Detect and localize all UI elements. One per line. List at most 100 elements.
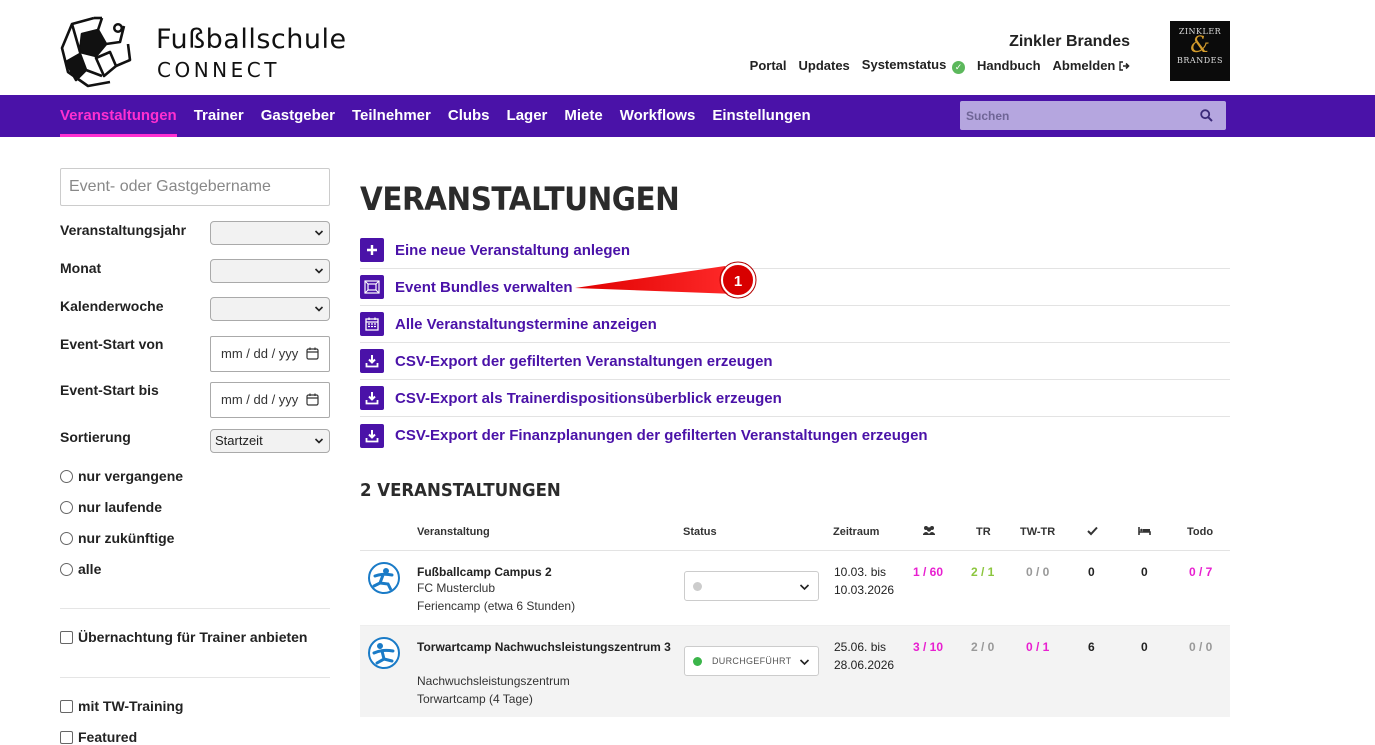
plus-icon [360, 238, 384, 262]
csv-export-events-action[interactable]: CSV-Export der gefilterten Veranstaltung… [360, 343, 1230, 380]
todo-count[interactable]: 0 / 7 [1189, 563, 1212, 581]
nav-item-miete[interactable]: Miete [564, 95, 602, 137]
nav-item-teilnehmer[interactable]: Teilnehmer [352, 95, 431, 137]
tw-trainer-count[interactable]: 0 / 0 [1026, 563, 1049, 581]
nav-item-workflows[interactable]: Workflows [620, 95, 696, 137]
event-bundles-action[interactable]: Event Bundles verwalten [360, 269, 1230, 306]
chevron-down-icon [799, 659, 810, 666]
page-title: VERANSTALTUNGEN [360, 180, 680, 218]
check-icon[interactable] [1087, 526, 1098, 539]
start-to-date-input[interactable]: mm / dd / yyy [210, 382, 330, 418]
brand-title: Fußballschule [156, 24, 347, 55]
radio-button[interactable] [60, 500, 73, 514]
calendar-icon[interactable] [306, 393, 319, 406]
nav-item-gastgeber[interactable]: Gastgeber [261, 95, 335, 137]
checkbox[interactable] [60, 699, 73, 713]
main-nav: Veranstaltungen Trainer Gastgeber Teilnehme… [0, 95, 1375, 137]
header-event[interactable]: Veranstaltung [417, 526, 490, 538]
table-row[interactable]: Fußballcamp Campus 2 FC Musterclub Ferie… [360, 551, 1230, 626]
sort-select[interactable]: Startzeit [210, 429, 330, 453]
checkbox[interactable] [60, 630, 73, 644]
portal-link[interactable]: Portal [750, 58, 787, 73]
month-select[interactable] [210, 259, 330, 283]
event-period: 25.06. bis 28.06.2026 [834, 638, 894, 674]
partner-logo-ampersand: & [1190, 33, 1210, 58]
all-dates-action[interactable]: Alle Veranstaltungstermine anzeigen [360, 306, 1230, 343]
calendar-icon[interactable] [306, 347, 319, 360]
start-from-label: Event-Start von [60, 336, 164, 352]
users-icon[interactable] [922, 525, 936, 539]
week-select[interactable] [210, 297, 330, 321]
trainer-count[interactable]: 2 / 1 [971, 563, 994, 581]
event-avatar [368, 562, 400, 594]
period-from: 10.03. bis [834, 565, 887, 579]
radio-all[interactable]: alle [60, 561, 101, 577]
nav-item-veranstaltungen[interactable]: Veranstaltungen [60, 95, 177, 137]
filter-sidebar: Veranstaltungsjahr Monat Kalenderwoche E… [60, 168, 330, 745]
radio-button[interactable] [60, 531, 73, 545]
participants-count[interactable]: 3 / 10 [913, 638, 943, 656]
nav-item-lager[interactable]: Lager [507, 95, 548, 137]
calendar-icon [360, 312, 384, 336]
nav-item-trainer[interactable]: Trainer [194, 95, 244, 137]
radio-running[interactable]: nur laufende [60, 499, 162, 515]
period-to: 28.06.2026 [834, 658, 895, 672]
event-name[interactable]: Fußballcamp Campus 2 [417, 563, 672, 581]
period-from: 25.06. bis [834, 640, 887, 654]
abmelden-link[interactable]: Abmelden [1053, 58, 1130, 73]
action-label: Event Bundles verwalten [395, 278, 573, 296]
search-button[interactable] [1186, 101, 1226, 130]
radio-future[interactable]: nur zukünftige [60, 530, 174, 546]
bed-icon[interactable] [1138, 526, 1151, 539]
featured-checkbox-row[interactable]: Featured [60, 729, 137, 745]
csv-export-finance-action[interactable]: CSV-Export der Finanzplanungen der gefil… [360, 417, 1230, 454]
sort-label: Sortierung [60, 429, 131, 445]
header-tr[interactable]: TR [976, 526, 991, 538]
event-type: Feriencamp (etwa 6 Stunden) [417, 599, 576, 613]
event-club: FC Musterclub [417, 581, 496, 595]
event-name[interactable]: Torwartcamp Nachwuchsleistungszentrum 3 [417, 638, 672, 656]
header: Fußballschule CONNECT Zinkler Brandes Po… [0, 0, 1375, 95]
download-icon [360, 386, 384, 410]
search-icon [1199, 109, 1213, 122]
header-period[interactable]: Zeitraum [833, 526, 879, 538]
table-row[interactable]: Torwartcamp Nachwuchsleistungszentrum 3 … [360, 626, 1230, 717]
trainer-count[interactable]: 2 / 0 [971, 638, 994, 656]
todo-count[interactable]: 0 / 0 [1189, 638, 1212, 656]
featured-label: Featured [78, 729, 138, 745]
events-count-title: 2 VERANSTALTUNGEN [360, 480, 561, 501]
action-label: CSV-Export der gefilterten Veranstaltung… [395, 352, 773, 370]
event-type: Torwartcamp (4 Tage) [417, 692, 533, 706]
radio-future-label: nur zukünftige [78, 530, 175, 546]
handbuch-link[interactable]: Handbuch [977, 58, 1041, 73]
participants-count[interactable]: 1 / 60 [913, 563, 943, 581]
overnight-checkbox-row[interactable]: Übernachtung für Trainer anbieten [60, 629, 307, 645]
nav-item-clubs[interactable]: Clubs [448, 95, 490, 137]
radio-button[interactable] [60, 562, 73, 576]
event-period: 10.03. bis 10.03.2026 [834, 563, 894, 599]
systemstatus-link[interactable]: Systemstatus ✓ [862, 57, 965, 74]
radio-button[interactable] [60, 469, 73, 483]
header-todo[interactable]: Todo [1187, 526, 1213, 538]
status-select[interactable] [684, 571, 819, 601]
checkbox[interactable] [60, 730, 73, 744]
tw-trainer-count[interactable]: 0 / 1 [1026, 638, 1049, 656]
brand-logo[interactable]: Fußballschule CONNECT [58, 14, 358, 94]
updates-link[interactable]: Updates [799, 58, 850, 73]
event-name-filter-input[interactable] [60, 168, 330, 206]
year-select[interactable] [210, 221, 330, 245]
tw-training-checkbox-row[interactable]: mit TW-Training [60, 698, 184, 714]
start-from-date-input[interactable]: mm / dd / yyy [210, 336, 330, 372]
search-input[interactable] [960, 101, 1186, 130]
header-twtr[interactable]: TW-TR [1020, 526, 1055, 538]
nav-item-einstellungen[interactable]: Einstellungen [712, 95, 810, 137]
top-links: Portal Updates Systemstatus ✓ Handbuch A… [750, 57, 1130, 74]
radio-past[interactable]: nur vergangene [60, 468, 183, 484]
csv-export-trainer-action[interactable]: CSV-Export als Trainerdispositionsüberbl… [360, 380, 1230, 417]
status-select[interactable]: DURCHGEFÜHRT [684, 646, 819, 676]
new-event-action[interactable]: Eine neue Veranstaltung anlegen [360, 232, 1230, 269]
football-icon [60, 16, 132, 88]
download-icon [360, 423, 384, 448]
header-status[interactable]: Status [683, 526, 717, 538]
status-dot [693, 582, 702, 591]
